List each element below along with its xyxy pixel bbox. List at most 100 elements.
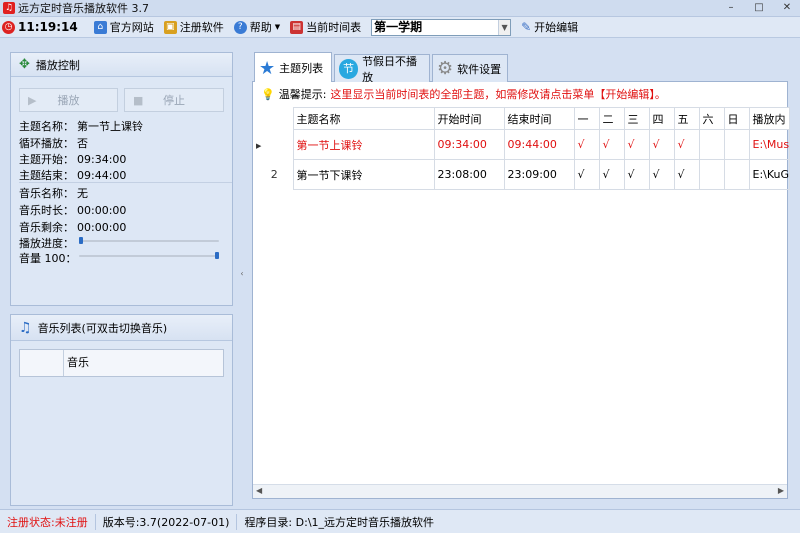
music-list-indicator-col: [20, 350, 64, 376]
timetable-button[interactable]: ▤ 当前时间表: [290, 19, 361, 35]
day-cell[interactable]: √: [598, 159, 625, 190]
remaining-label: 音乐剩余：: [19, 221, 74, 234]
end-time-cell[interactable]: 09:44:00: [503, 129, 575, 160]
volume-slider[interactable]: [79, 255, 219, 257]
tab-settings-label: 软件设置: [457, 62, 502, 76]
column-header[interactable]: 二: [598, 107, 625, 130]
day-cell[interactable]: [723, 159, 750, 190]
play-control-header: ✥ 播放控制: [11, 53, 232, 77]
minimize-button[interactable]: –: [724, 2, 738, 14]
close-button[interactable]: ✕: [780, 2, 794, 14]
loop-label: 循环播放：: [19, 137, 74, 150]
play-icon: ▶: [28, 93, 37, 107]
start-edit-label: 开始编辑: [534, 21, 579, 34]
music-list-header: ♫ 音乐列表(可双击切换音乐): [11, 315, 232, 341]
maximize-button[interactable]: □: [752, 2, 766, 14]
gear-icon: ⚙: [437, 58, 454, 79]
help-icon: ?: [233, 20, 247, 34]
title-bar: ♫ 远方定时音乐播放软件 3.7 – □ ✕: [0, 0, 800, 17]
semester-select[interactable]: 第一学期 ▼: [371, 18, 512, 36]
column-header[interactable]: 日: [723, 107, 750, 130]
start-time-cell[interactable]: 23:08:00: [433, 159, 505, 190]
end-time-cell[interactable]: 23:09:00: [503, 159, 575, 190]
scroll-left-icon[interactable]: ◀: [256, 486, 262, 495]
tab-settings[interactable]: ⚙ 软件设置: [432, 54, 508, 82]
stop-label: 停止: [163, 94, 185, 107]
column-header[interactable]: 四: [648, 107, 675, 130]
progress-label: 播放进度：: [19, 237, 74, 250]
progress-slider-thumb[interactable]: [79, 237, 83, 244]
clock-display: ◷ 11:19:14: [2, 20, 84, 34]
day-cell[interactable]: √: [573, 159, 600, 190]
music-column-header[interactable]: 音乐: [64, 350, 89, 376]
tip-text: 这里显示当前时间表的全部主题，如需修改请点击菜单【开始编辑】。: [330, 88, 666, 101]
help-menu[interactable]: ? 帮助 ▼: [233, 19, 280, 35]
volume-label: 音量 100：: [19, 252, 77, 265]
calendar-icon: ▤: [290, 20, 304, 34]
day-cell[interactable]: √: [598, 129, 625, 160]
register-status: 注册状态:未注册: [0, 513, 96, 530]
row-index: 2: [253, 159, 293, 190]
scroll-right-icon[interactable]: ▶: [778, 486, 784, 495]
music-list-panel: ♫ 音乐列表(可双击切换音乐) 音乐: [10, 314, 233, 506]
day-cell[interactable]: [723, 129, 750, 160]
start-time-cell[interactable]: 09:34:00: [433, 129, 505, 160]
timetable-label: 当前时间表: [306, 21, 362, 34]
theme-name-cell[interactable]: 第一节上课铃: [292, 129, 435, 160]
tab-theme-list[interactable]: ★ 主题列表: [254, 52, 332, 83]
column-header[interactable]: 结束时间: [503, 107, 575, 130]
lock-icon: ▣: [163, 20, 177, 34]
column-header[interactable]: 主题名称: [292, 107, 435, 130]
divider: [19, 182, 232, 183]
play-label: 播放: [57, 94, 80, 107]
day-cell[interactable]: √: [673, 159, 700, 190]
play-control-panel: ✥ 播放控制 ▶ 播放 ■ 停止 主题名称： 第一节上课铃 循环播放：否 主题开始…: [10, 52, 233, 306]
tab-holidays-label: 节假日不播放: [362, 54, 418, 84]
duration-value: 00:00:00: [77, 204, 127, 217]
day-cell[interactable]: √: [673, 129, 700, 160]
tip-label: 温馨提示:: [278, 88, 327, 101]
column-header[interactable]: 一: [573, 107, 600, 130]
content-cell[interactable]: E:\KuGo: [748, 159, 790, 190]
clock-text: 11:19:14: [18, 20, 78, 34]
start-label: 主题开始：: [19, 153, 74, 166]
column-header[interactable]: 六: [698, 107, 725, 130]
theme-name-cell[interactable]: 第一节下课铃: [292, 159, 435, 190]
theme-list-content: 💡 温馨提示: 这里显示当前时间表的全部主题，如需修改请点击菜单【开始编辑】。 …: [252, 82, 790, 499]
day-cell[interactable]: [698, 159, 725, 190]
table-row[interactable]: 2 第一节下课铃 23:08:00 23:09:00 √ √ √ √ √ E:\…: [253, 159, 790, 190]
column-header[interactable]: 播放内: [748, 107, 790, 130]
volume-slider-thumb[interactable]: [215, 252, 219, 259]
column-header[interactable]: 三: [623, 107, 650, 130]
progress-slider[interactable]: [79, 240, 219, 242]
column-header[interactable]: 五: [673, 107, 700, 130]
day-cell[interactable]: √: [623, 129, 650, 160]
official-site-button[interactable]: ⌂ 官方网站: [93, 19, 154, 35]
row-indicator-header: [253, 107, 293, 130]
music-note-icon: ♫: [19, 319, 32, 336]
table-row[interactable]: ▶ 第一节上课铃 09:34:00 09:44:00 √ √ √ √ √ E:\…: [253, 129, 790, 160]
day-cell[interactable]: √: [648, 159, 675, 190]
day-cell[interactable]: √: [648, 129, 675, 160]
loop-row: 循环播放：否: [19, 135, 88, 151]
panel-splitter[interactable]: ‹: [238, 38, 246, 509]
start-edit-button[interactable]: ✎ 开始编辑: [521, 19, 578, 35]
music-name-label: 音乐名称：: [19, 187, 74, 200]
column-header[interactable]: 开始时间: [433, 107, 505, 130]
star-icon: ★: [259, 57, 276, 79]
end-row: 主题结束： 09:44:00: [19, 167, 126, 183]
register-button[interactable]: ▣ 注册软件: [163, 19, 224, 35]
stop-button[interactable]: ■ 停止: [124, 88, 224, 112]
dropdown-arrow-icon[interactable]: ▼: [498, 19, 511, 35]
day-cell[interactable]: √: [573, 129, 600, 160]
tab-holidays[interactable]: 节 节假日不播放: [334, 54, 430, 84]
tab-strip: ★ 主题列表 节 节假日不播放 ⚙ 软件设置: [252, 52, 788, 84]
day-cell[interactable]: √: [623, 159, 650, 190]
theme-name-value: 第一节上课铃: [77, 120, 143, 133]
day-cell[interactable]: [698, 129, 725, 160]
play-button[interactable]: ▶ 播放: [19, 88, 118, 112]
horizontal-scrollbar[interactable]: ◀ ▶: [253, 484, 787, 498]
theme-name-row: 主题名称： 第一节上课铃: [19, 118, 143, 134]
content-cell[interactable]: E:\Musi: [748, 129, 790, 160]
music-list-title: 音乐列表(可双击切换音乐): [37, 321, 168, 335]
